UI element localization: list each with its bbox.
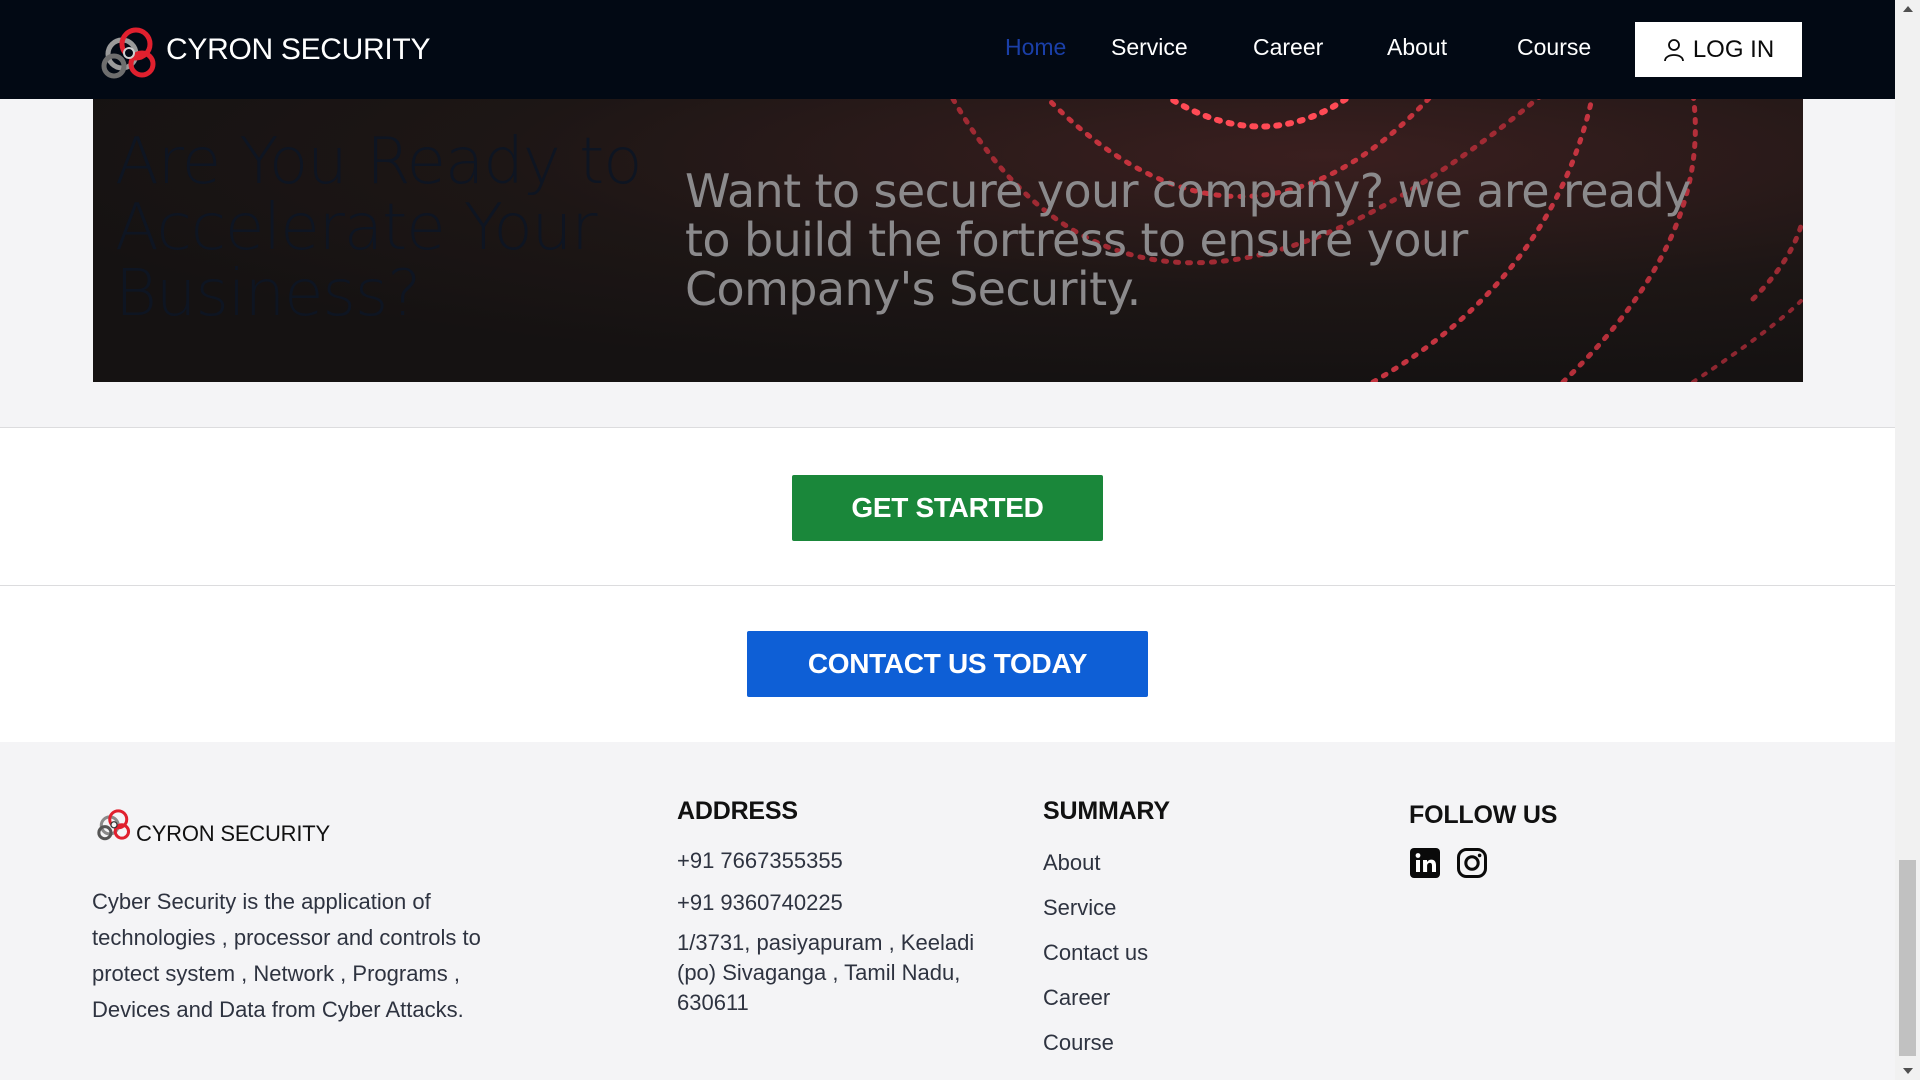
instagram-icon[interactable] xyxy=(1456,847,1488,879)
nav-career[interactable]: Career xyxy=(1253,34,1323,61)
top-navbar: CYRON SECURITY Home Service Career About… xyxy=(0,0,1895,99)
nav-home[interactable]: Home xyxy=(1005,34,1066,61)
phone-2[interactable]: +91 9360740225 xyxy=(677,890,843,916)
summary-link-about[interactable]: About xyxy=(1043,850,1101,876)
footer-brand-name: CYRON SECURITY xyxy=(136,821,330,846)
login-button[interactable]: LOG IN xyxy=(1635,22,1802,77)
biohazard-logo-icon xyxy=(97,809,131,841)
biohazard-logo-icon xyxy=(101,27,156,79)
get-started-button[interactable]: GET STARTED xyxy=(792,475,1103,541)
follow-heading: FOLLOW US xyxy=(1409,801,1558,829)
footer-description: Cyber Security is the application of tec… xyxy=(92,889,481,1022)
contact-us-button[interactable]: CONTACT US TODAY xyxy=(747,631,1148,697)
summary-heading: SUMMARY xyxy=(1043,797,1170,825)
hero-subtitle: Want to secure your company? we are read… xyxy=(685,164,1691,316)
footer-brand[interactable]: CYRON SECURITY xyxy=(94,803,330,846)
summary-link-contact[interactable]: Contact us xyxy=(1043,940,1148,966)
summary-link-service[interactable]: Service xyxy=(1043,895,1116,921)
address-text: 1/3731, pasiyapuram , Keeladi (po) Sivag… xyxy=(677,930,975,1015)
scrollbar-thumb[interactable] xyxy=(1899,860,1916,1056)
address-heading: ADDRESS xyxy=(677,797,798,825)
user-icon xyxy=(1663,38,1684,61)
nav-service[interactable]: Service xyxy=(1111,34,1188,61)
get-started-section: GET STARTED xyxy=(0,427,1895,585)
summary-link-course[interactable]: Course xyxy=(1043,1030,1114,1056)
nav-about[interactable]: About xyxy=(1387,34,1447,61)
page-scrollbar[interactable] xyxy=(1895,0,1920,1080)
hero-title: Are You Ready to Accelerate Your Busines… xyxy=(115,125,642,331)
scroll-up-icon[interactable] xyxy=(1895,0,1920,18)
summary-link-career[interactable]: Career xyxy=(1043,985,1110,1011)
footer: CYRON SECURITY Cyber Security is the app… xyxy=(0,742,1895,1080)
scroll-down-icon[interactable] xyxy=(1895,1062,1920,1080)
brand-name: CYRON SECURITY xyxy=(166,33,431,66)
contact-section: CONTACT US TODAY xyxy=(0,585,1895,742)
hero-banner: Are You Ready to Accelerate Your Busines… xyxy=(93,99,1803,382)
phone-1[interactable]: +91 7667355355 xyxy=(677,848,843,874)
linkedin-icon[interactable] xyxy=(1409,847,1441,879)
nav-course[interactable]: Course xyxy=(1517,34,1591,61)
login-label: LOG IN xyxy=(1692,35,1775,63)
brand[interactable]: CYRON SECURITY xyxy=(96,18,430,82)
